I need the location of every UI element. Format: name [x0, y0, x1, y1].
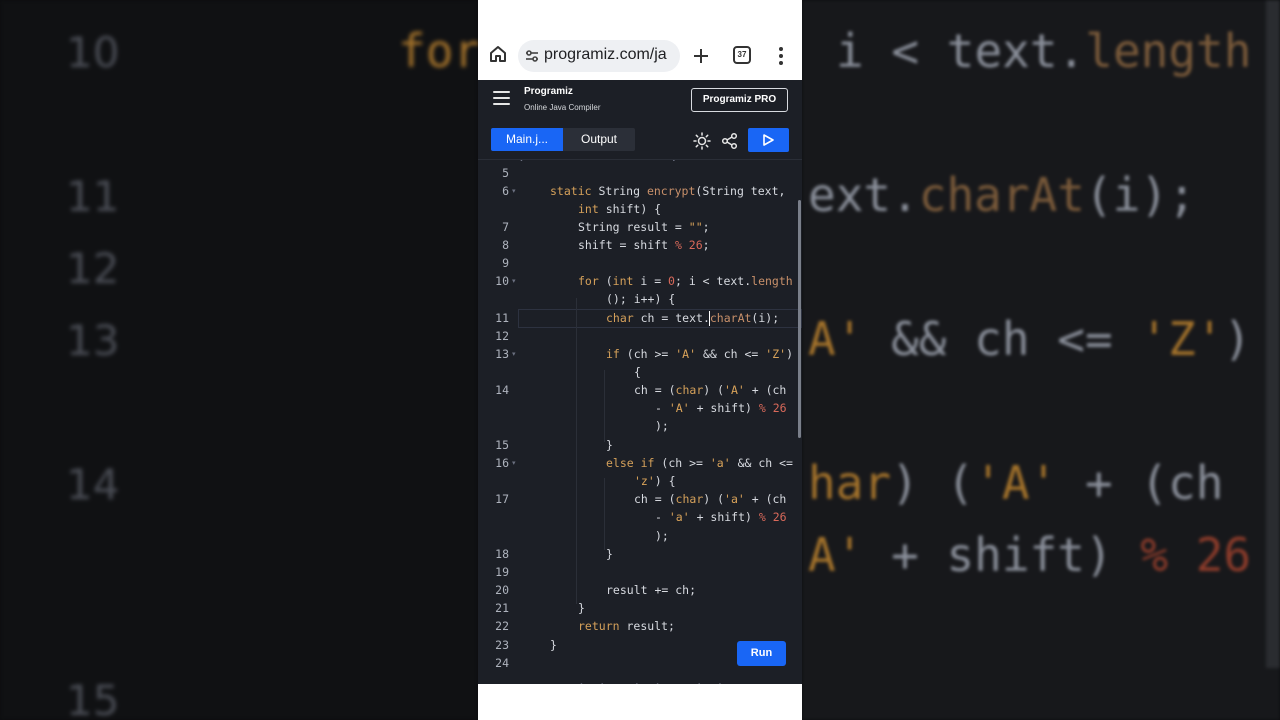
background-left-panel: 10 11 12 13 14 15 for [0, 0, 478, 720]
line-number: 10 [495, 274, 509, 288]
fold-arrow-icon[interactable]: ▾ [512, 345, 516, 363]
new-tab-icon[interactable] [691, 46, 711, 66]
phone-screen: programiz.com/ja 37 Programiz Online Jav… [478, 0, 802, 720]
editor-scrollbar[interactable] [798, 200, 801, 438]
programiz-logo[interactable]: Programiz [524, 86, 573, 97]
indent-guide [576, 298, 577, 604]
code-line: int shift) { [578, 202, 662, 216]
code-line: ch = (char) ('a' + (ch [634, 492, 787, 506]
code-line: ch = (char) ('A' + (ch [634, 383, 787, 397]
line-number: 8 [502, 238, 509, 252]
home-icon[interactable] [488, 44, 508, 64]
programiz-pro-button[interactable]: Programiz PRO [691, 88, 788, 112]
bg-code-fragment: for [398, 24, 478, 78]
bg-scrollbar [1266, 0, 1280, 668]
bg-line-number: 13 [66, 316, 120, 365]
code-editor[interactable]: . . 5 6 ▾ 7 8 9 10 ▾ 11 12 13 ▾ 14 15 16… [478, 160, 802, 684]
code-line: (); i++) { [606, 292, 676, 306]
bg-code-fragment: har) ('A' + (ch [808, 456, 1224, 510]
code-line: ); [655, 419, 669, 433]
more-menu-icon[interactable] [778, 47, 784, 65]
code-line: shift = shift % 26; [578, 238, 710, 252]
bg-code-fragment: ext.charAt(i); [808, 168, 1196, 222]
tab-count-icon[interactable]: 37 [733, 46, 751, 64]
bg-line-number: 12 [66, 244, 120, 293]
theme-toggle-icon[interactable] [693, 132, 711, 150]
site-header: Programiz Online Java Compiler Programiz… [478, 80, 802, 120]
clipped-code-line: . . . . . . [578, 674, 724, 684]
line-number: 22 [495, 619, 509, 633]
line-number: 24 [495, 656, 509, 670]
code-line: else if (ch >= 'a' && ch <= [606, 456, 793, 470]
bottom-nav-area [478, 684, 802, 720]
tab-output[interactable]: Output [563, 128, 635, 151]
address-bar[interactable]: programiz.com/ja [518, 40, 680, 72]
code-line: } [550, 638, 557, 652]
line-number: 19 [495, 565, 509, 579]
run-button[interactable]: Run [737, 641, 786, 666]
line-number: 11 [495, 311, 509, 325]
play-icon [763, 134, 774, 146]
line-number: 6 [502, 184, 509, 198]
code-line: 'z') { [634, 474, 676, 488]
fold-arrow-icon[interactable]: ▾ [512, 182, 516, 200]
code-line: String result = ""; [578, 220, 710, 234]
line-number: 18 [495, 547, 509, 561]
fold-arrow-icon[interactable]: ▾ [512, 454, 516, 472]
background-right-panel: i < text.length ext.charAt(i); A' && ch … [802, 0, 1280, 720]
site-settings-icon[interactable] [524, 48, 540, 64]
line-number: 20 [495, 583, 509, 597]
code-line: if (ch >= 'A' && ch <= 'Z') [606, 347, 793, 361]
line-number: 21 [495, 601, 509, 615]
code-line: char ch = text.charAt(i); [606, 311, 780, 325]
fold-arrow-icon[interactable]: ▾ [512, 272, 516, 290]
code-line: ); [655, 529, 669, 543]
code-line: result += ch; [606, 583, 697, 597]
browser-toolbar: programiz.com/ja 37 [478, 0, 802, 80]
line-number: 13 [495, 347, 509, 361]
code-line: return result; [578, 619, 675, 633]
editor-tab-bar: Main.j... Output [478, 120, 802, 160]
line-number: 12 [495, 329, 509, 343]
text-cursor [709, 311, 710, 326]
line-number: 16 [495, 456, 509, 470]
url-text[interactable]: programiz.com/ja [544, 46, 676, 66]
line-number: 9 [502, 256, 509, 270]
bg-line-number: 15 [66, 676, 120, 720]
line-number: 23 [495, 638, 509, 652]
line-number: 7 [502, 220, 509, 234]
line-number: 14 [495, 383, 509, 397]
bg-code-fragment: A' + shift) % 26 [808, 528, 1252, 582]
code-line: - 'a' + shift) % 26 [655, 510, 787, 524]
bg-line-number: 10 [66, 28, 120, 77]
tab-main-java[interactable]: Main.j... [491, 128, 563, 151]
code-line: } [578, 601, 585, 615]
run-play-button[interactable] [748, 128, 789, 152]
compiler-subtitle: Online Java Compiler [524, 103, 601, 112]
line-number: 17 [495, 492, 509, 506]
line-number: 5 [502, 166, 509, 180]
bg-line-number: 14 [66, 460, 120, 509]
bg-line-number: 11 [66, 172, 120, 221]
indent-guide [604, 478, 605, 550]
bg-code-fragment: i < text.length [836, 24, 1252, 78]
hamburger-menu-icon[interactable] [493, 91, 510, 105]
indent-guide [604, 370, 605, 442]
bg-code-fragment: A' && ch <= 'Z') [808, 312, 1252, 366]
code-line: for (int i = 0; i < text.length [578, 274, 793, 288]
clipped-code-line: . . [518, 160, 677, 166]
line-number: 15 [495, 438, 509, 452]
code-line: } [606, 547, 613, 561]
code-line: } [606, 438, 613, 452]
code-line: static String encrypt(String text, [550, 184, 786, 198]
code-line: { [634, 365, 641, 379]
share-icon[interactable] [721, 132, 739, 150]
code-line: - 'A' + shift) % 26 [655, 401, 787, 415]
